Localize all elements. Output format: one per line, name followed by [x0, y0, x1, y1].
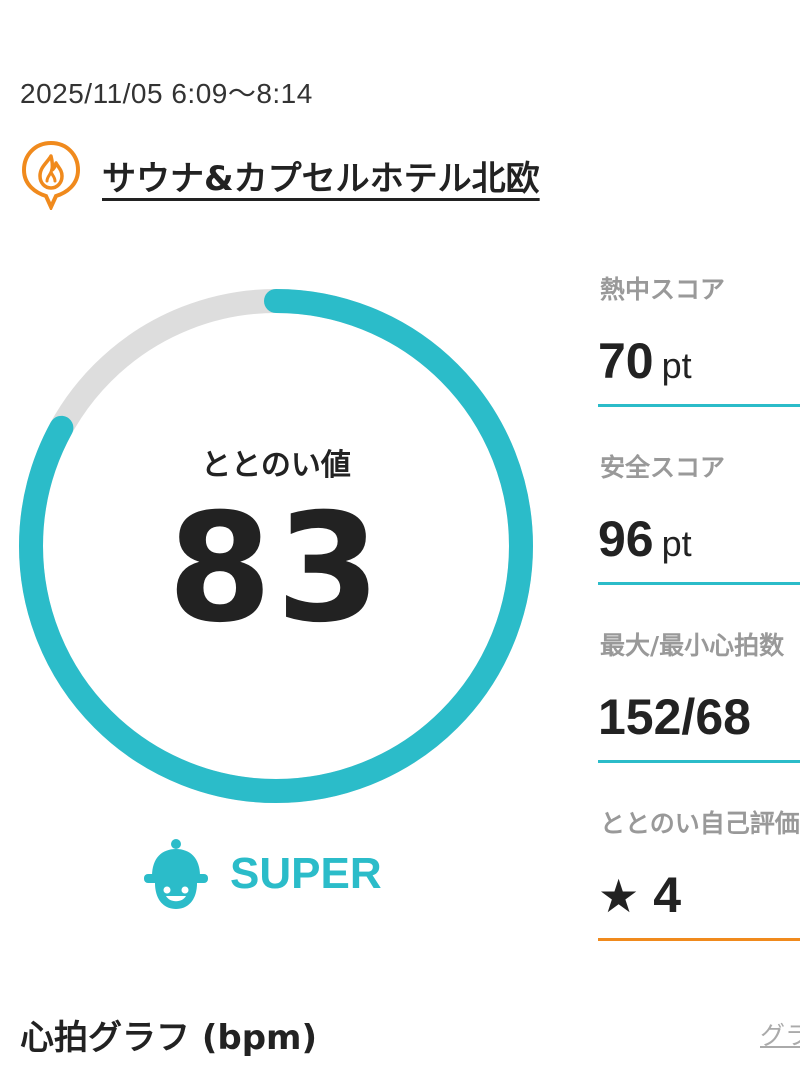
facility-name-link[interactable]: サウナ&カプセルホテル北欧: [102, 151, 540, 200]
stat-number: 152/68: [598, 689, 751, 745]
stat-number: 96: [598, 511, 654, 567]
stat-unit: pt: [661, 523, 692, 564]
sauna-fire-pin-icon: [21, 140, 81, 210]
level-label: SUPER: [230, 849, 382, 898]
stat-label: 熱中スコア: [600, 275, 726, 304]
heart-rate-graph-title: 心拍グラフ (bpm): [20, 1018, 318, 1058]
stat-self-rating: ととのい自己評価 ★ 4: [598, 796, 800, 974]
stat-divider: [598, 938, 800, 941]
stat-label: 最大/最小心拍数: [600, 631, 785, 660]
gauge-value: 83: [167, 482, 385, 656]
gauge-label: ととのい値: [201, 448, 351, 483]
stat-unit: pt: [661, 345, 692, 386]
stat-number: 70: [598, 333, 654, 389]
stat-label: 安全スコア: [600, 453, 726, 482]
graph-link[interactable]: グラフ: [760, 1016, 800, 1052]
stat-heart-rate: 最大/最小心拍数 152/68: [598, 618, 800, 796]
stat-safety-score: 安全スコア 96 pt: [598, 440, 800, 618]
stat-divider: [598, 582, 800, 585]
stat-divider: [598, 760, 800, 763]
level-badge: SUPER: [142, 832, 382, 916]
stat-value: 70 pt: [598, 332, 692, 390]
stat-label: ととのい自己評価: [600, 809, 800, 838]
stat-value: 96 pt: [598, 510, 692, 568]
sauna-hat-face-icon: [144, 839, 208, 909]
stat-divider: [598, 404, 800, 407]
session-datetime: 2025/11/05 6:09〜8:14: [20, 78, 313, 109]
stat-value: 152/68: [598, 688, 751, 746]
stat-number: 4: [653, 867, 682, 923]
totonoi-gauge: ととのい値 83: [14, 284, 538, 808]
star-icon: ★: [598, 869, 640, 923]
stats-panel: 熱中スコア 70 pt 安全スコア 96 pt 最大/最小心拍数 152/68 とと…: [598, 262, 800, 974]
stat-heat-score: 熱中スコア 70 pt: [598, 262, 800, 440]
facility-row[interactable]: サウナ&カプセルホテル北欧: [20, 140, 540, 210]
stat-value: ★ 4: [598, 866, 681, 924]
